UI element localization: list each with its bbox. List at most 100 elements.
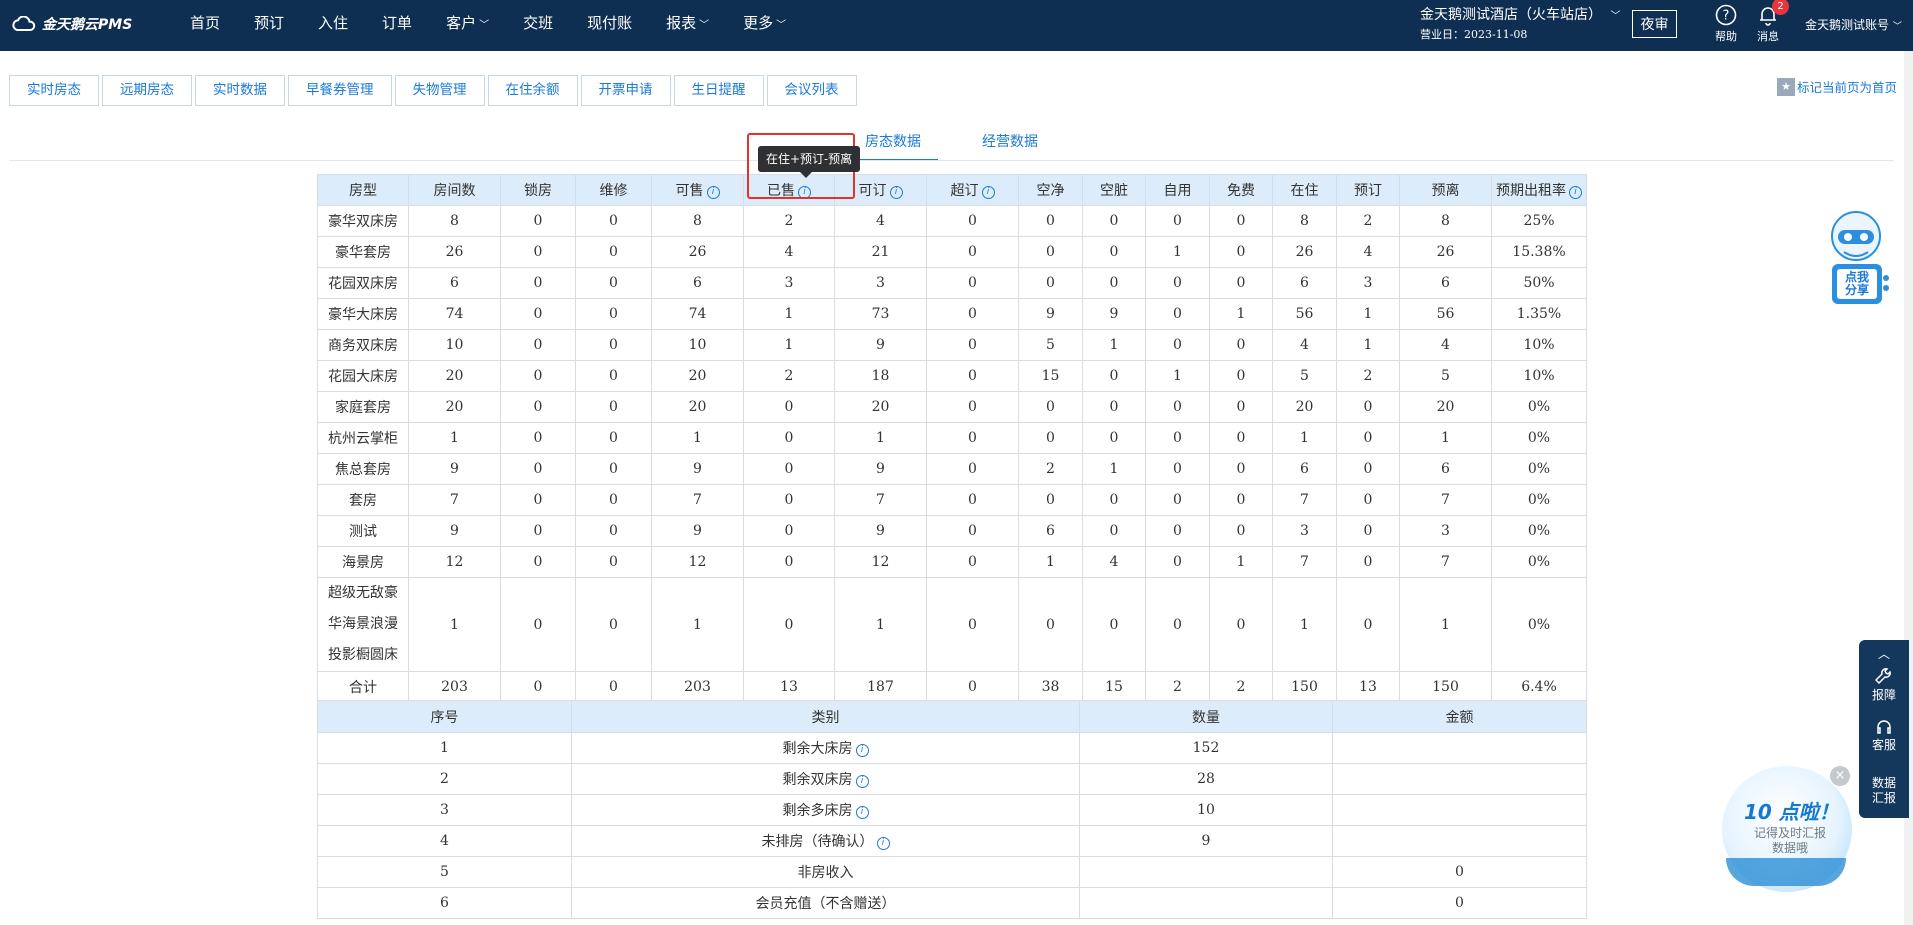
table-cell: 18: [834, 360, 927, 392]
nav-item[interactable]: 订单: [382, 0, 412, 51]
subtab[interactable]: 早餐券管理: [288, 75, 392, 106]
table-cell: 0: [926, 546, 1019, 578]
subtab[interactable]: 在住余额: [487, 75, 578, 106]
table-cell: 0: [500, 236, 576, 268]
nav-item[interactable]: 更多 ﹀: [743, 0, 786, 51]
nav-item[interactable]: 报表 ﹀: [666, 0, 709, 51]
info-icon[interactable]: i: [876, 837, 890, 850]
nav-item[interactable]: 入住: [318, 0, 348, 51]
table-cell: 1: [834, 422, 927, 454]
pin-home-link[interactable]: ★ 标记当前页为首页: [1777, 77, 1897, 96]
column-header: 超订 i: [926, 174, 1019, 206]
summary-qty-cell: 152: [1079, 732, 1333, 764]
room-type-cell: 花园双床房: [317, 267, 409, 299]
table-cell: 7: [834, 484, 927, 516]
hotel-selector[interactable]: 金天鹅测试酒店（火车站店） ﹀ 营业日：2023-11-08: [1420, 6, 1620, 44]
info-icon[interactable]: i: [855, 806, 869, 819]
table-cell: 0: [575, 484, 652, 516]
tab-room-status-data[interactable]: 房态数据: [848, 124, 938, 161]
info-icon[interactable]: i: [889, 186, 903, 199]
help-icon: ?: [1715, 4, 1737, 26]
table-cell: 4: [1272, 329, 1337, 361]
table-cell: 0: [1145, 453, 1210, 485]
column-header-label: 房间数: [433, 183, 476, 199]
info-icon[interactable]: i: [981, 186, 995, 199]
subtab[interactable]: 实时房态: [9, 75, 99, 106]
share-mascot[interactable]: 点我分享: [1826, 208, 1892, 310]
table-row: 豪华大床房 74 0 0 74 1 73 0 9 9 0 1 56 1 56 1.35%: [317, 298, 1587, 330]
help-button[interactable]: ? 帮助: [1708, 4, 1744, 44]
info-icon[interactable]: i: [855, 744, 869, 757]
table-row: 豪华套房 26 0 0 26 4 21 0 0 0 1 0 26 4 26 15.38%: [317, 236, 1587, 268]
nav-item-label: 入住: [318, 14, 349, 32]
table-cell: 3: [1336, 267, 1400, 299]
data-report-button[interactable]: 数据汇报: [1869, 764, 1899, 814]
table-cell: 26: [1272, 236, 1337, 268]
table-cell: 1: [1082, 329, 1146, 361]
customer-service-button[interactable]: 客服: [1859, 714, 1909, 764]
summary-qty-cell: 28: [1079, 763, 1333, 795]
table-cell: 0: [1209, 205, 1273, 237]
table-cell: 56: [1399, 298, 1492, 330]
summary-column-header: 金额: [1332, 700, 1587, 733]
collapse-button[interactable]: ︿: [1859, 640, 1909, 664]
table-row: 商务双床房 10 0 0 10 1 9 0 5 1 0 0 4 1 4 10%: [317, 329, 1587, 361]
night-audit-button[interactable]: 夜审: [1632, 10, 1677, 38]
account-menu[interactable]: 金天鹅测试账号 ﹀: [1805, 16, 1902, 33]
info-icon[interactable]: i: [1569, 186, 1582, 199]
table-cell: 0: [743, 391, 835, 423]
report-issue-button[interactable]: 报障: [1859, 664, 1909, 714]
customer-service-label: 客服: [1871, 738, 1896, 752]
table-cell: 25%: [1491, 205, 1587, 237]
column-header-label: 维修: [599, 183, 628, 199]
table-cell: 20: [1272, 391, 1337, 423]
info-icon[interactable]: i: [855, 775, 869, 788]
help-label: 帮助: [1715, 30, 1737, 43]
subtab[interactable]: 实时数据: [195, 75, 285, 106]
main-nav: 首页 预订 入住 订单 客户 ﹀ 交班 现付账 报表 ﹀ 更多 ﹀: [190, 0, 820, 51]
table-cell: 4: [743, 236, 835, 268]
promo-title: 10 点啦！: [1744, 800, 1839, 824]
table-cell: 203: [408, 671, 501, 703]
headset-icon: [1877, 720, 1891, 734]
summary-row: 2 剩余双床房 i 28: [317, 763, 1587, 795]
nav-item[interactable]: 首页: [190, 0, 220, 51]
messages-label: 消息: [1757, 30, 1779, 43]
nav-item[interactable]: 预订: [254, 0, 284, 51]
close-icon[interactable]: ×: [1830, 766, 1850, 786]
app-logo[interactable]: 金天鹅云PMS: [10, 14, 132, 34]
column-header: 在住: [1272, 174, 1337, 206]
nav-item[interactable]: 交班: [523, 0, 553, 51]
tab-business-data[interactable]: 经营数据: [970, 124, 1050, 161]
info-icon[interactable]: i: [706, 186, 720, 199]
table-cell: 0: [575, 515, 652, 547]
table-cell: 3: [1399, 515, 1492, 547]
room-type-cell: 超级无敌豪华海景浪漫投影橱圆床: [317, 577, 409, 672]
subtab[interactable]: 开票申请: [580, 75, 671, 106]
table-cell: 6.4%: [1491, 671, 1587, 703]
nav-item[interactable]: 现付账: [587, 0, 632, 51]
table-cell: 0: [1336, 515, 1400, 547]
table-cell: 9: [651, 453, 744, 485]
wrench-icon: [1875, 668, 1891, 685]
column-header-label: 可售: [675, 183, 704, 199]
table-cell: 0: [1082, 391, 1146, 423]
table-cell: 6: [1018, 515, 1083, 547]
table-cell: 0%: [1491, 422, 1587, 454]
subtab[interactable]: 生日提醒: [673, 75, 764, 106]
messages-button[interactable]: 2 消息: [1750, 0, 1789, 44]
table-cell: 0: [743, 422, 835, 454]
table-cell: 0: [926, 298, 1019, 330]
subtab[interactable]: 失物管理: [394, 75, 485, 106]
column-header-label: 房型: [349, 183, 377, 199]
promo-bubble[interactable]: 10 点啦！ 记得及时汇报数据哦: [1722, 766, 1852, 892]
nav-item[interactable]: 客户 ﹀: [446, 0, 489, 51]
chevron-down-icon: ﹀: [699, 20, 710, 31]
table-cell: 15: [1082, 671, 1146, 703]
room-type-cell: 测试: [317, 515, 409, 547]
table-cell: 20: [651, 360, 744, 392]
table-cell: 0: [1336, 577, 1400, 672]
subtab[interactable]: 远期房态: [102, 75, 192, 106]
table-cell: 8: [1272, 205, 1337, 237]
subtab[interactable]: 会议列表: [766, 75, 857, 106]
